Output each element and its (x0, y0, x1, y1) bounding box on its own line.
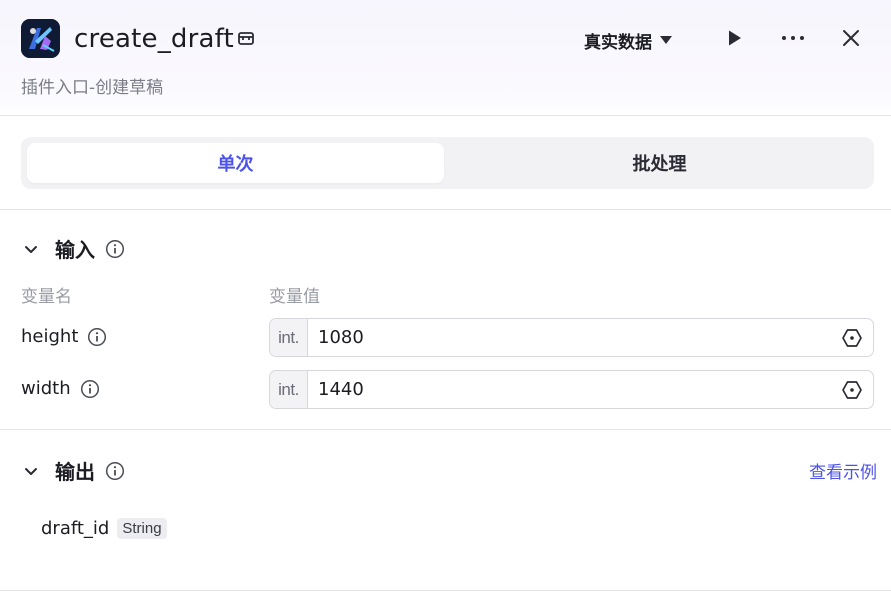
param-label: width (21, 378, 71, 399)
input-section-header[interactable]: 输入 (21, 234, 125, 263)
play-icon (729, 30, 741, 46)
info-icon (105, 461, 125, 480)
output-type-badge: String (117, 518, 167, 539)
param-name-width: width (21, 378, 100, 399)
close-button[interactable] (838, 25, 864, 51)
panel-header: create_draft 插件入口-创建草稿 真实数据 (0, 0, 891, 116)
more-button[interactable] (780, 25, 806, 51)
output-field-name: draft_id (41, 518, 110, 539)
width-input-field[interactable]: int. 1440 (269, 370, 874, 409)
column-header-name: 变量名 (21, 287, 72, 307)
run-mode-tabs-area: 单次 批处理 (0, 116, 891, 210)
plugin-logo (21, 19, 60, 58)
info-icon (80, 379, 99, 398)
width-value[interactable]: 1440 (318, 379, 841, 400)
close-icon (843, 30, 859, 46)
variable-reference-icon[interactable] (841, 327, 863, 349)
output-section-header[interactable]: 输出 (21, 456, 125, 485)
type-tag: int. (270, 319, 308, 356)
chevron-down-icon (25, 245, 37, 253)
node-title: create_draft (74, 24, 234, 54)
input-section: 输入 变量名 变量值 height int. 1080 width int. 1… (0, 210, 891, 430)
height-value[interactable]: 1080 (318, 327, 841, 348)
variable-reference-icon[interactable] (841, 379, 863, 401)
data-source-select[interactable]: 真实数据 (584, 28, 672, 53)
param-name-height: height (21, 326, 107, 347)
plugin-store-icon[interactable] (236, 28, 256, 48)
output-field-row: draft_id String (41, 518, 167, 539)
node-debug-panel: create_draft 插件入口-创建草稿 真实数据 单次 批处理 输入 变量… (0, 0, 891, 603)
input-section-title: 输入 (55, 238, 95, 262)
info-icon (105, 239, 125, 258)
data-source-label: 真实数据 (584, 32, 652, 53)
info-icon (88, 327, 107, 346)
run-button[interactable] (721, 25, 747, 51)
caret-down-icon (660, 36, 672, 44)
view-example-link[interactable]: 查看示例 (809, 458, 877, 483)
chevron-down-icon (25, 467, 37, 475)
tab-batch[interactable]: 批处理 (451, 143, 868, 183)
param-label: height (21, 326, 79, 347)
more-icon (782, 36, 804, 40)
run-mode-tabs: 单次 批处理 (21, 137, 874, 189)
tab-single[interactable]: 单次 (27, 143, 444, 183)
column-header-value: 变量值 (269, 287, 320, 307)
node-description: 插件入口-创建草稿 (21, 78, 164, 98)
type-tag: int. (270, 371, 308, 408)
output-section: 输出 查看示例 draft_id String (0, 430, 891, 591)
output-section-title: 输出 (55, 460, 95, 484)
height-input-field[interactable]: int. 1080 (269, 318, 874, 357)
